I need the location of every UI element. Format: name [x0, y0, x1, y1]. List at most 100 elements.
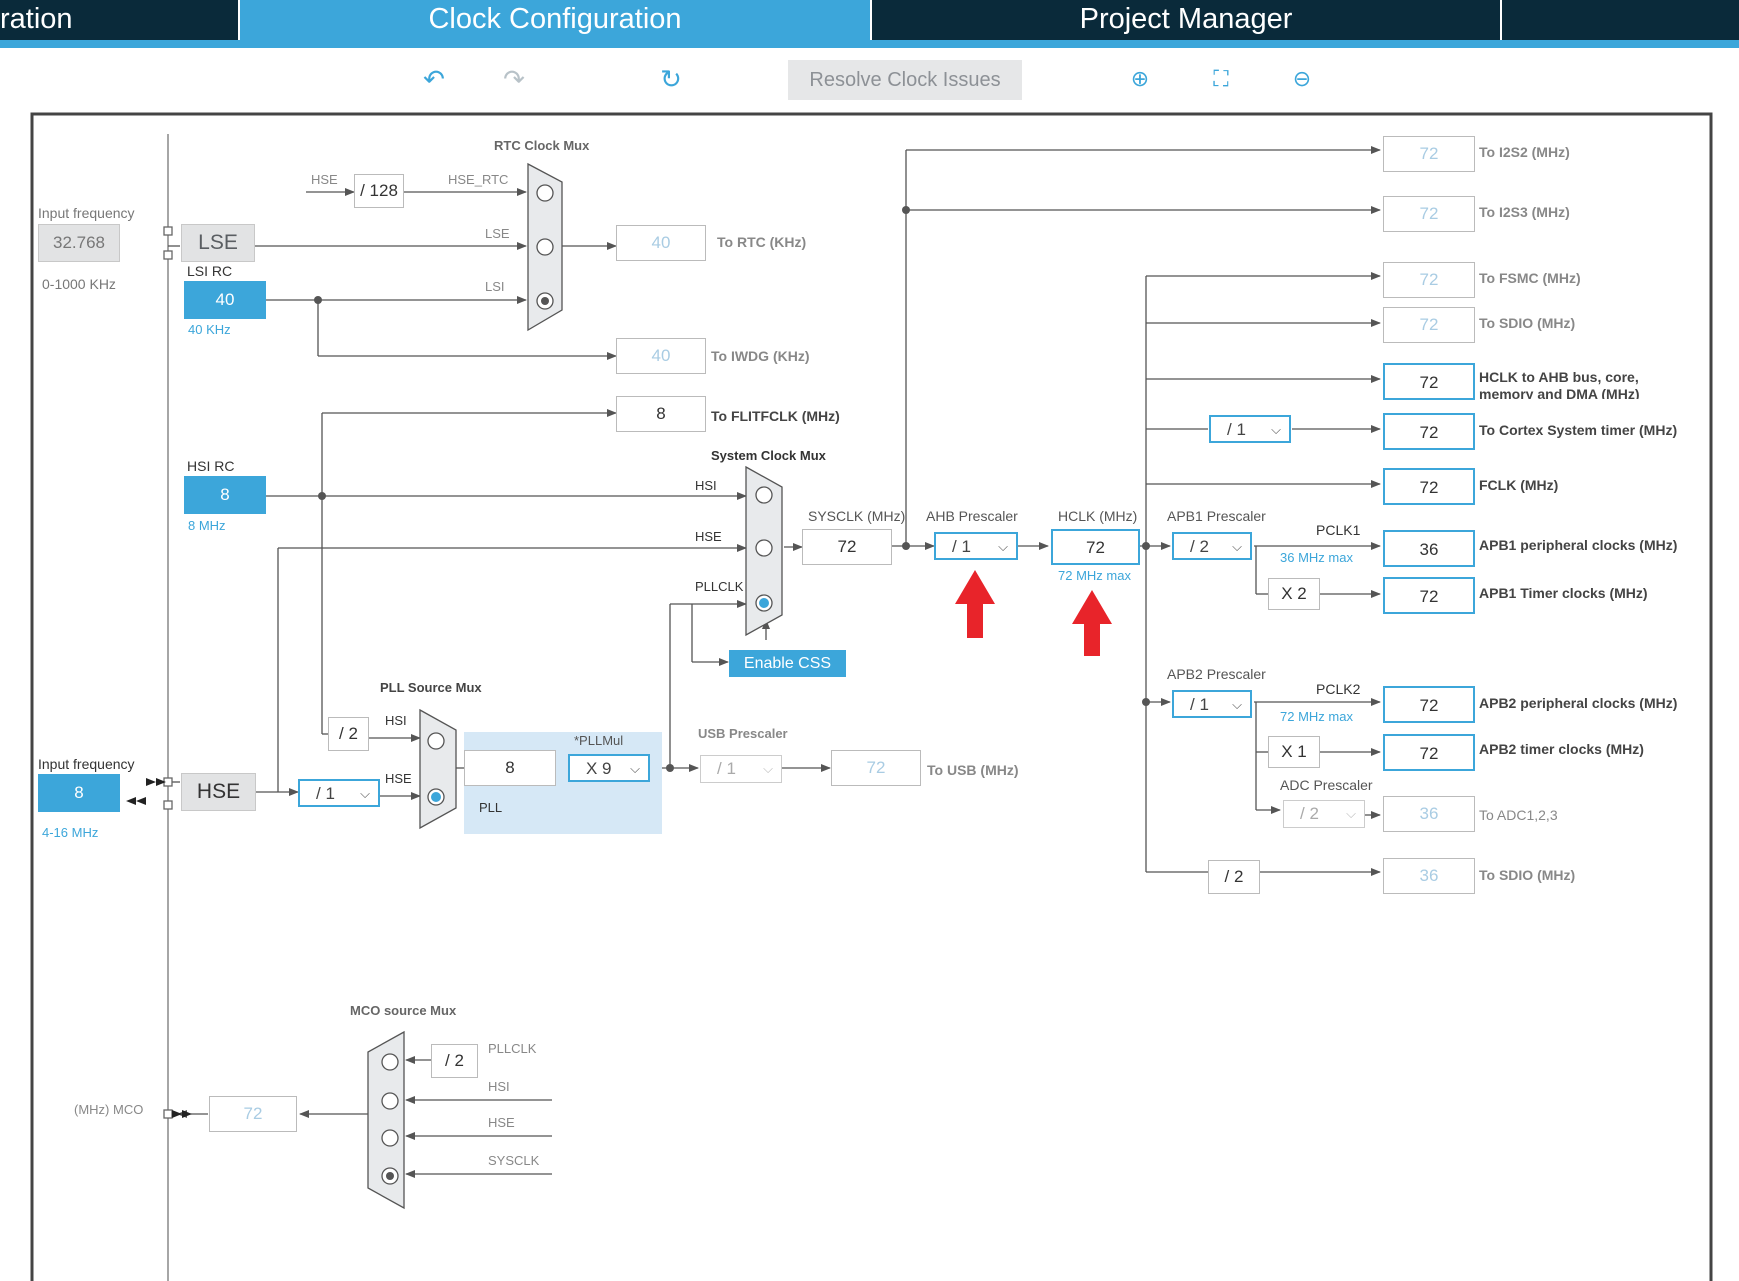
apb1-timer-output-label: APB1 Timer clocks (MHz): [1479, 585, 1648, 601]
flitfclk-output-label: To FLITFCLK (MHz): [711, 408, 840, 424]
hsi-rc-label: HSI RC: [187, 458, 235, 474]
ahb-prescaler-select[interactable]: / 1 ⌵: [934, 532, 1018, 560]
pll-source-mux: [419, 708, 457, 830]
adc-output-field[interactable]: 36: [1383, 796, 1475, 832]
hse-divider-value: / 1: [316, 784, 335, 803]
chevron-down-icon: ⌵: [1271, 422, 1281, 437]
adc-prescaler-value: / 2: [1300, 804, 1319, 823]
hse-divider-select[interactable]: / 1 ⌵: [298, 779, 380, 807]
rtc-output-field[interactable]: 40: [616, 225, 706, 261]
i2s3-output-label: To I2S3 (MHz): [1479, 204, 1570, 220]
chevron-down-icon: ⌵: [630, 761, 640, 776]
sdio-divider: / 2: [1208, 860, 1260, 894]
fclk-output-field[interactable]: 72: [1383, 468, 1475, 505]
pclk1-label: PCLK1: [1316, 522, 1361, 538]
apb2-prescaler-label: APB2 Prescaler: [1167, 666, 1266, 682]
rtc-lsi-label: LSI: [485, 279, 505, 294]
rtc-lse-label: LSE: [485, 226, 510, 241]
sysmux-hsi-label: HSI: [695, 478, 717, 493]
pll-label: PLL: [479, 800, 503, 815]
fsmc-output-field[interactable]: 72: [1383, 262, 1475, 298]
usb-output-label: To USB (MHz): [927, 762, 1019, 778]
pclk2-max-label: 72 MHz max: [1280, 709, 1353, 724]
usb-output-field[interactable]: 72: [831, 750, 921, 786]
apb1-prescaler-value: / 2: [1190, 537, 1209, 556]
iwdg-output-label: To IWDG (KHz): [711, 348, 810, 364]
chevron-down-icon: ⌵: [998, 539, 1008, 554]
hclk-ahb-output-field[interactable]: 72: [1383, 363, 1475, 400]
fsmc-output-label: To FSMC (MHz): [1479, 270, 1581, 286]
sdio-apb2-output-field[interactable]: 36: [1383, 858, 1475, 894]
apb1-timer-multiplier: X 2: [1268, 578, 1320, 610]
sdio-ahb-output-field[interactable]: 72: [1383, 307, 1475, 343]
apb1-peripheral-output-field[interactable]: 36: [1383, 530, 1475, 567]
sysclk-label: SYSCLK (MHz): [808, 508, 906, 524]
clock-tree-diagram: [30, 112, 1713, 1281]
lse-range-label: 0-1000 KHz: [42, 276, 116, 292]
mco-pllclk-divider: / 2: [431, 1044, 478, 1078]
i2s2-output-label: To I2S2 (MHz): [1479, 144, 1570, 160]
apb2-peripheral-output-field[interactable]: 72: [1383, 686, 1475, 723]
apb2-prescaler-value: / 1: [1190, 695, 1209, 714]
sysclk-field[interactable]: 72: [802, 529, 892, 565]
rtc-hse-divider: / 128: [354, 174, 404, 208]
lsi-rc-label: LSI RC: [187, 263, 233, 279]
usb-prescaler-select[interactable]: / 1 ⌵: [700, 755, 782, 783]
i2s3-output-field[interactable]: 72: [1383, 196, 1475, 232]
apb2-timer-output-field[interactable]: 72: [1383, 734, 1475, 771]
enable-css-button[interactable]: Enable CSS: [729, 650, 846, 677]
rtc-hse-label: HSE: [311, 172, 338, 187]
pll-src-hse-label: HSE: [385, 771, 412, 786]
ahb-prescaler-value: / 1: [952, 537, 971, 556]
pll-hsi-divider: / 2: [328, 717, 369, 751]
lsi-rc-block: 40: [184, 281, 266, 319]
hsi-rc-block: 8: [184, 476, 266, 514]
apb2-timer-output-label: APB2 timer clocks (MHz): [1479, 741, 1644, 757]
chevron-down-icon: ⌵: [1346, 806, 1356, 821]
lsi-freq-label: 40 KHz: [188, 322, 231, 337]
iwdg-output-field[interactable]: 40: [616, 338, 706, 374]
chevron-down-icon: ⌵: [1232, 697, 1242, 712]
rtc-clock-mux-title: RTC Clock Mux: [494, 138, 590, 153]
apb2-prescaler-select[interactable]: / 1 ⌵: [1172, 690, 1252, 718]
pll-mul-value: X 9: [586, 759, 612, 778]
pll-mul-select[interactable]: X 9 ⌵: [568, 754, 650, 782]
adc-output-label: To ADC1,2,3: [1479, 807, 1558, 823]
rtc-output-label: To RTC (KHz): [717, 234, 807, 250]
chevron-down-icon: ⌵: [1232, 539, 1242, 554]
pll-mul-label: *PLLMul: [574, 733, 624, 748]
mco-pllclk-label: PLLCLK: [488, 1041, 537, 1056]
apb2-peripheral-output-label: APB2 peripheral clocks (MHz): [1479, 695, 1678, 711]
adc-prescaler-label: ADC Prescaler: [1280, 777, 1373, 793]
apb1-timer-output-field[interactable]: 72: [1383, 577, 1475, 614]
usb-prescaler-value: / 1: [717, 759, 736, 778]
i2s2-output-field[interactable]: 72: [1383, 136, 1475, 172]
lse-block: LSE: [181, 224, 255, 262]
hclk-field[interactable]: 72: [1051, 529, 1140, 565]
hse-input-frequency-field[interactable]: 8: [38, 774, 120, 812]
lse-input-frequency-field[interactable]: 32.768: [38, 224, 120, 262]
cortex-timer-divider-select[interactable]: / 1 ⌵: [1209, 415, 1291, 443]
flitfclk-output-field[interactable]: 8: [616, 396, 706, 432]
sysmux-hse-label: HSE: [695, 529, 722, 544]
hclk-ahb-output-label: HCLK to AHB bus, core, memory and DMA (M…: [1479, 369, 1640, 399]
sdio-apb2-output-label: To SDIO (MHz): [1479, 867, 1576, 883]
pll-input-field[interactable]: 8: [464, 750, 556, 786]
mco-output-field[interactable]: 72: [209, 1096, 297, 1132]
hse-input-frequency-label: Input frequency: [38, 756, 135, 772]
mco-sysclk-label: SYSCLK: [488, 1153, 540, 1168]
hse-range-label: 4-16 MHz: [42, 825, 99, 840]
apb2-timer-multiplier: X 1: [1268, 736, 1320, 768]
apb1-prescaler-select[interactable]: / 2 ⌵: [1172, 532, 1252, 560]
chevron-down-icon: ⌵: [763, 761, 773, 776]
hclk-label: HCLK (MHz): [1058, 508, 1138, 524]
hclk-max-label: 72 MHz max: [1058, 568, 1131, 583]
apb1-prescaler-label: APB1 Prescaler: [1167, 508, 1266, 524]
lse-input-frequency-label: Input frequency: [38, 205, 135, 221]
mco-output-label: (MHz) MCO: [74, 1102, 144, 1117]
fclk-output-label: FCLK (MHz): [1479, 477, 1559, 493]
chevron-down-icon: ⌵: [360, 786, 370, 801]
adc-prescaler-select[interactable]: / 2 ⌵: [1283, 800, 1365, 828]
cortex-timer-output-field[interactable]: 72: [1383, 413, 1475, 450]
mco-hsi-label: HSI: [488, 1079, 510, 1094]
